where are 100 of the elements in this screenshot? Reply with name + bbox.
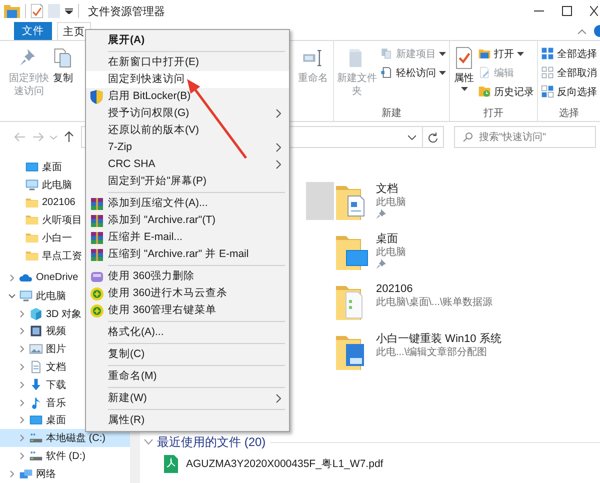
forward-icon[interactable]: [32, 131, 44, 143]
tree-item-label: 文档: [46, 360, 66, 374]
archive-icon: [90, 214, 104, 228]
maximize-icon[interactable]: [562, 6, 572, 16]
tree-item[interactable]: 网络: [0, 465, 130, 483]
computer-icon: [25, 178, 39, 192]
up-icon[interactable]: [63, 131, 75, 143]
item-highlight: [306, 182, 334, 220]
tree-item-label: 视频: [46, 324, 66, 338]
menu-item[interactable]: 压缩并 E-mail...: [86, 229, 289, 246]
menu-item[interactable]: CRC SHA: [86, 156, 289, 173]
folder-tile[interactable]: 文档 此电脑: [334, 182, 600, 232]
film-icon: [29, 324, 43, 338]
document-icon: [29, 360, 43, 374]
menu-item[interactable]: 在新窗口中打开(E): [86, 54, 289, 71]
ribbon-button[interactable]: 打开: [477, 44, 535, 63]
dropdown-icon[interactable]: [65, 8, 73, 14]
back-icon[interactable]: [14, 131, 26, 143]
properties-icon[interactable]: [31, 4, 43, 18]
menu-item[interactable]: 添加到压缩文件(A)...: [86, 195, 289, 212]
plus-circle-icon: [90, 286, 104, 300]
download-icon: [29, 378, 43, 392]
section-title: 最近使用的文件 (20): [157, 434, 266, 450]
desktop-icon: [29, 413, 43, 428]
drive-icon: [29, 449, 43, 464]
ribbon-button[interactable]: 反向选择: [540, 82, 598, 101]
ribbon-button[interactable]: 全部取消: [540, 63, 598, 82]
menu-item[interactable]: 新建(W): [86, 390, 289, 407]
refresh-icon: [428, 132, 438, 142]
desktop-icon: [25, 160, 39, 174]
ribbon-button[interactable]: 历史记录: [477, 82, 535, 101]
history-icon: [478, 85, 491, 98]
chevron-icon[interactable]: [18, 362, 26, 371]
menu-item[interactable]: 授予访问权限(G): [86, 105, 289, 122]
menu-item[interactable]: 使用 360强力删除: [86, 268, 289, 285]
ribbon-button[interactable]: 复制: [51, 44, 75, 87]
ribbon-button[interactable]: 轻松访问: [379, 63, 447, 82]
folder-tile[interactable]: 小白一键重装 Win10 系统 此电...\编辑文章部分配图: [334, 332, 600, 382]
chevron-icon[interactable]: [18, 398, 26, 407]
tree-item-label: 此电脑: [42, 178, 72, 192]
music-note-icon: [29, 396, 43, 410]
help-icon[interactable]: [592, 25, 600, 37]
folder-tile[interactable]: 桌面 此电脑: [334, 232, 600, 282]
ribbon-tab[interactable]: 文件: [14, 22, 52, 40]
tree-item-label: 本地磁盘 (C:): [46, 432, 106, 446]
tree-item-label: OneDrive: [36, 272, 78, 284]
folder-location: 此电脑: [376, 246, 406, 259]
tree-item-label: 早点工资: [42, 250, 82, 264]
tree-item-label: 图片: [46, 342, 66, 356]
close-icon[interactable]: [590, 6, 598, 16]
menu-item[interactable]: 压缩到 "Archive.rar" 并 E-mail: [86, 246, 289, 263]
refresh-button[interactable]: [422, 126, 444, 148]
archive-icon: [90, 248, 104, 262]
dropdown-icon[interactable]: [408, 134, 416, 140]
tree-item-label: 小白一: [42, 232, 72, 246]
expand-icon[interactable]: [8, 292, 16, 300]
menu-item[interactable]: 添加到 "Archive.rar"(T): [86, 212, 289, 229]
recent-locations-icon[interactable]: [50, 134, 57, 140]
chevron-icon[interactable]: [18, 345, 26, 354]
cube-icon: [29, 306, 43, 320]
window-title: 文件资源管理器: [88, 4, 165, 18]
folder-name: 文档: [376, 182, 399, 196]
chevron-icon[interactable]: [8, 274, 16, 282]
chevron-icon[interactable]: [18, 416, 26, 424]
chevron-icon[interactable]: [8, 470, 16, 478]
chevron-icon[interactable]: [18, 380, 26, 389]
menu-item[interactable]: 启用 BitLocker(B): [86, 88, 289, 105]
file-name[interactable]: AGUZMA3Y2020X000435F_粤L1_W7.pdf: [186, 457, 384, 471]
chevron-icon[interactable]: [18, 310, 26, 318]
ribbon-button[interactable]: 属性: [452, 44, 476, 93]
folder-tile[interactable]: 202106 此电脑\桌面\...\账单数据源: [334, 282, 600, 332]
menu-item[interactable]: 格式化(A)...: [86, 324, 289, 341]
tree-item[interactable]: 软件 (D:): [0, 447, 130, 466]
picture-icon: [29, 342, 43, 356]
archive-icon: [90, 230, 104, 244]
menu-item[interactable]: 属性(R): [86, 412, 289, 429]
menu-item[interactable]: 固定到"开始"屏幕(P): [86, 173, 289, 190]
tree-item-label: 火听项目: [42, 214, 82, 228]
menu-item[interactable]: 还原以前的版本(V): [86, 122, 289, 139]
archive-icon: [90, 196, 104, 210]
search-field[interactable]: 搜索"快速访问": [454, 126, 596, 148]
group-label: 新建: [380, 106, 402, 119]
tree-item[interactable]: 本地磁盘 (C:): [0, 429, 130, 448]
plus-circle-icon: [90, 304, 104, 318]
ribbon-button[interactable]: 全部选择: [540, 44, 598, 63]
menu-item[interactable]: 7-Zip: [86, 139, 289, 156]
menu-item[interactable]: 重命名(M): [86, 368, 289, 385]
chevron-icon[interactable]: [18, 327, 26, 336]
chevron-icon[interactable]: [18, 452, 26, 460]
group-label: 打开: [482, 106, 504, 119]
shield-icon: [90, 90, 103, 104]
menu-item[interactable]: 使用 360管理右键菜单: [86, 302, 289, 319]
collapse-ribbon-icon[interactable]: [578, 28, 586, 34]
menu-item[interactable]: 固定到快速访问: [86, 71, 289, 88]
edit-icon: [478, 66, 491, 79]
menu-item[interactable]: 使用 360进行木马云查杀: [86, 285, 289, 302]
menu-item[interactable]: 复制(C): [86, 346, 289, 363]
chevron-icon[interactable]: [18, 434, 26, 442]
tree-item-label: 桌面: [46, 414, 66, 428]
expand-icon[interactable]: [144, 439, 153, 445]
